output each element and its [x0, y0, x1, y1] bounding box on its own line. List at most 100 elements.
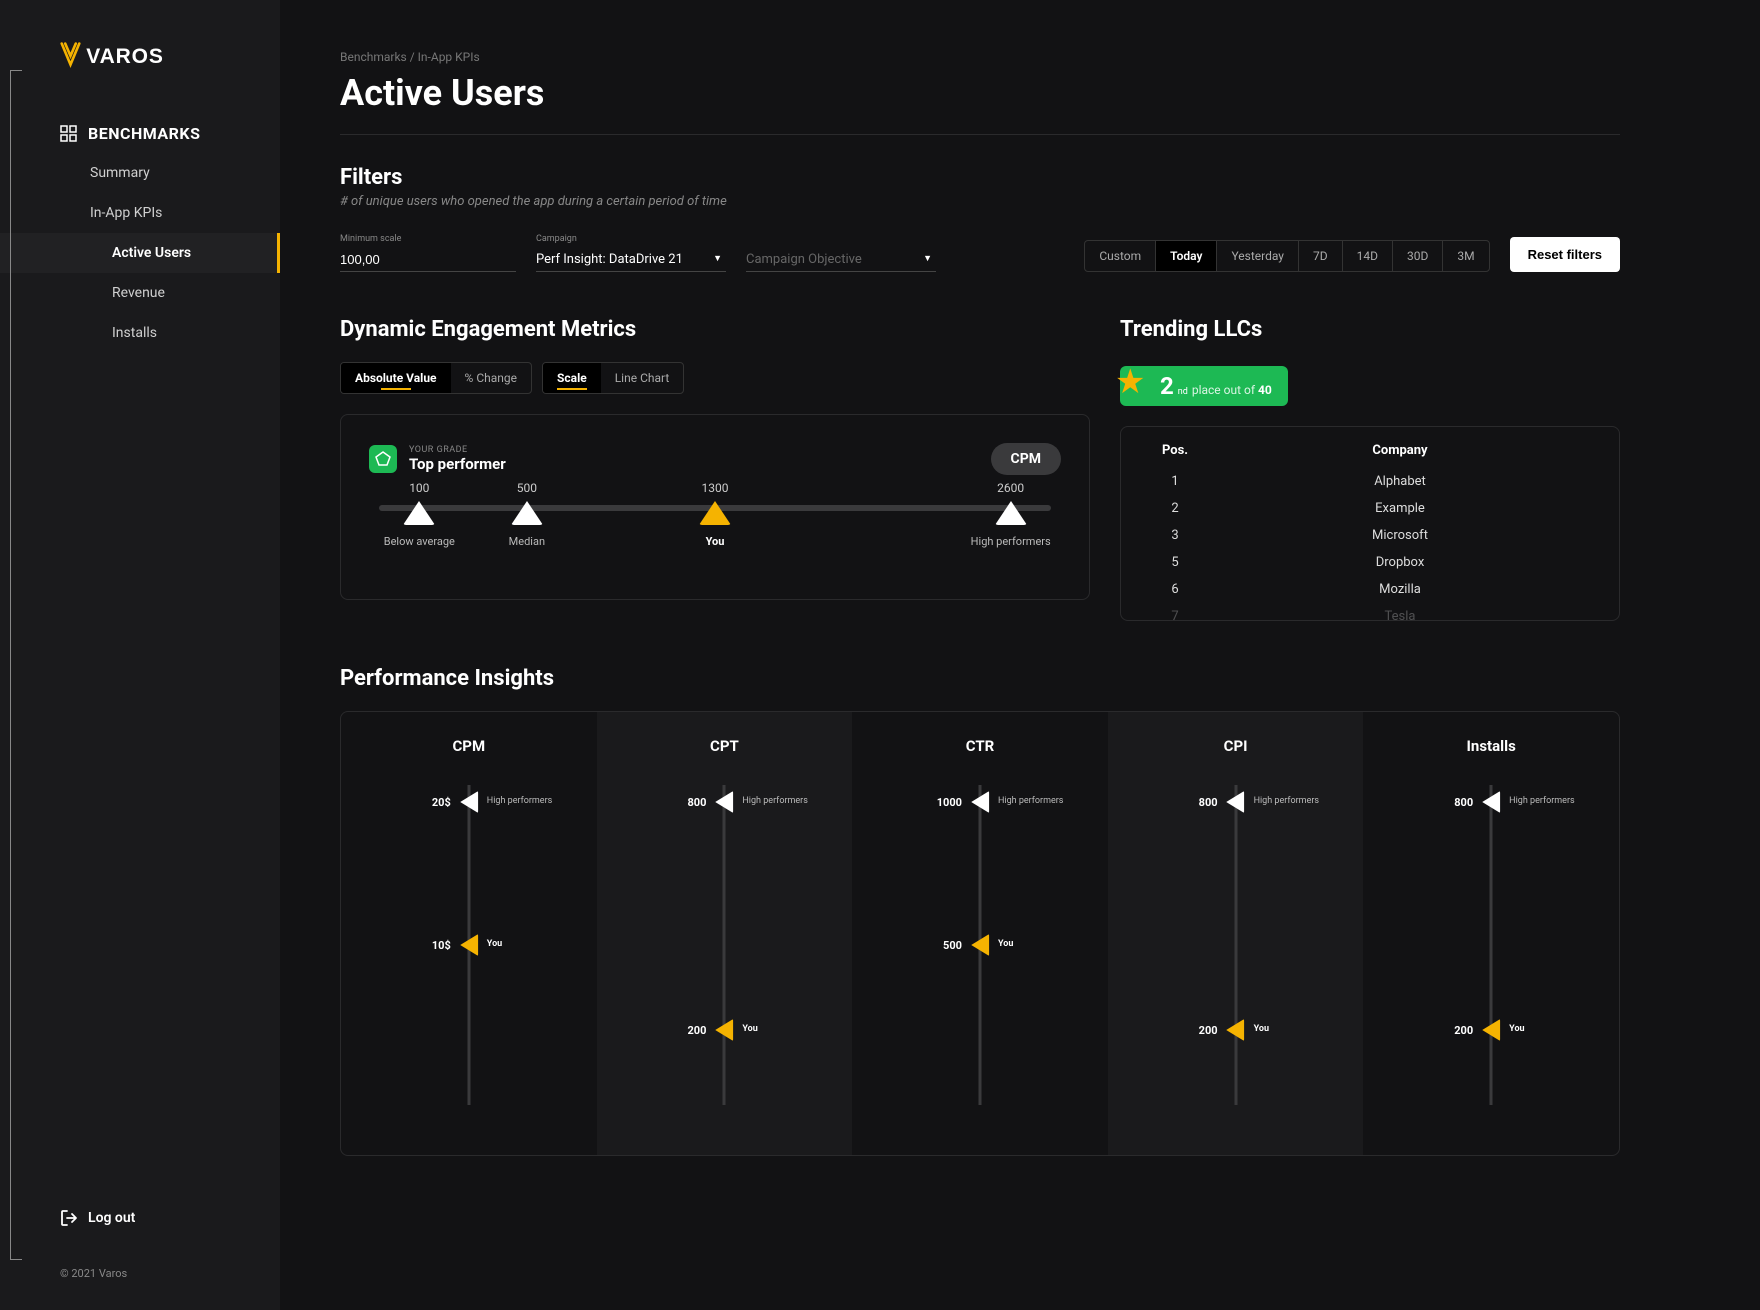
copyright: © 2021 Varos: [0, 1237, 280, 1280]
toggle-scale[interactable]: Scale: [543, 363, 601, 393]
insights-column: CPT 800 High performers 200 You: [597, 712, 853, 1155]
row-pos: 3: [1145, 528, 1205, 543]
main-content: Benchmarks / In-App KPIs Active Users Fi…: [280, 0, 1680, 1310]
scale-label: You: [675, 535, 755, 548]
benchmarks-icon: [60, 125, 78, 143]
range-7d[interactable]: 7D: [1299, 241, 1343, 271]
grade-value: Top performer: [409, 455, 506, 473]
insights-grid: CPM 20$ High performers 10$ You CPT 800 …: [340, 711, 1620, 1156]
table-row[interactable]: 5Dropbox: [1145, 549, 1595, 576]
marker-label: You: [998, 940, 1013, 950]
scale-label: High performers: [971, 535, 1051, 548]
insights-col-title: Installs: [1373, 737, 1609, 755]
table-row[interactable]: 3Microsoft: [1145, 522, 1595, 549]
logout-icon: [60, 1209, 78, 1227]
objective-select[interactable]: Campaign Objective: [746, 248, 936, 272]
scale-value: 1300: [699, 481, 731, 495]
star-icon: ★: [1115, 362, 1145, 402]
scale-point: 500: [511, 481, 543, 525]
triangle-icon: [1227, 791, 1245, 813]
marker-high: 800 High performers: [1373, 791, 1609, 813]
range-yesterday[interactable]: Yesterday: [1217, 241, 1299, 271]
range-today[interactable]: Today: [1156, 241, 1217, 271]
campaign-field: Campaign Perf Insight: DataDrive 21: [536, 234, 726, 272]
nav-item-active-users[interactable]: Active Users: [0, 233, 280, 273]
marker-value: 500: [943, 939, 962, 952]
objective-field: Campaign Objective: [746, 234, 936, 272]
marker-value: 800: [1199, 796, 1218, 809]
row-company: Microsoft: [1205, 528, 1595, 543]
table-row[interactable]: 6Mozilla: [1145, 576, 1595, 603]
triangle-icon: [715, 791, 733, 813]
min-scale-input[interactable]: [340, 248, 516, 272]
range-14d[interactable]: 14D: [1343, 241, 1393, 271]
triangle-icon: [1482, 791, 1500, 813]
nav-section-title[interactable]: BENCHMARKS: [0, 114, 280, 153]
logo: VAROS: [0, 40, 280, 114]
table-row[interactable]: 2Example: [1145, 495, 1595, 522]
scale-point: 1300: [699, 481, 731, 525]
nav-item-inapp-kpis[interactable]: In-App KPIs: [0, 193, 280, 233]
table-row[interactable]: 1Alphabet: [1145, 468, 1595, 495]
reset-filters-button[interactable]: Reset filters: [1510, 237, 1620, 272]
campaign-select[interactable]: Perf Insight: DataDrive 21: [536, 248, 726, 272]
nav-item-revenue[interactable]: Revenue: [0, 273, 280, 313]
range-30d[interactable]: 30D: [1393, 241, 1443, 271]
vertical-scale: 20$ High performers 10$ You: [351, 775, 587, 1115]
scale-label: Below average: [379, 535, 459, 548]
engagement-section: Dynamic Engagement Metrics Absolute Valu…: [340, 317, 1090, 621]
triangle-icon: [511, 501, 543, 525]
range-3m[interactable]: 3M: [1443, 241, 1488, 271]
insights-column: CTR 1000 High performers 500 You: [852, 712, 1108, 1155]
grade-icon: [369, 445, 397, 473]
cpm-pill: CPM: [991, 443, 1061, 475]
triangle-icon: [995, 501, 1027, 525]
insights-col-title: CPM: [351, 737, 587, 755]
logout-label: Log out: [88, 1210, 135, 1226]
toggle-percent-change[interactable]: % Change: [451, 363, 531, 393]
engagement-toggles: Absolute Value % Change Scale Line Chart: [340, 362, 1090, 394]
marker-you: 10$ You: [351, 934, 587, 956]
toggle-absolute-value[interactable]: Absolute Value: [341, 363, 451, 393]
marker-label: High performers: [998, 797, 1063, 807]
nav-item-summary[interactable]: Summary: [0, 153, 280, 193]
insights-column: Installs 800 High performers 200 You: [1363, 712, 1619, 1155]
nav-item-installs[interactable]: Installs: [0, 313, 280, 353]
marker-value: 800: [687, 796, 706, 809]
marker-label: You: [1509, 1025, 1524, 1035]
logout-button[interactable]: Log out: [0, 1199, 280, 1237]
scale-label: Median: [487, 535, 567, 548]
marker-you: 500 You: [862, 934, 1098, 956]
table-head-company: Company: [1205, 443, 1595, 458]
insights-column: CPM 20$ High performers 10$ You: [341, 712, 597, 1155]
insights-col-title: CTR: [862, 737, 1098, 755]
range-custom[interactable]: Custom: [1085, 241, 1156, 271]
triangle-icon: [971, 934, 989, 956]
filters-title: Filters: [340, 165, 1620, 190]
insights-title: Performance Insights: [340, 666, 1620, 691]
insights-col-title: CPI: [1118, 737, 1354, 755]
table-row[interactable]: 7Tesla: [1145, 603, 1595, 621]
trending-title: Trending LLCs: [1120, 317, 1620, 342]
marker-label: High performers: [1509, 797, 1574, 807]
trending-badge: ★ 2nd place out of 40: [1120, 366, 1288, 406]
min-scale-field: Minimum scale: [340, 234, 516, 272]
vertical-scale: 800 High performers 200 You: [607, 775, 843, 1115]
breadcrumb: Benchmarks / In-App KPIs: [340, 50, 1620, 64]
marker-label: You: [487, 940, 502, 950]
marker-high: 20$ High performers: [351, 791, 587, 813]
row-pos: 7: [1145, 609, 1205, 621]
scale-point: 100: [403, 481, 435, 525]
insights-col-title: CPT: [607, 737, 843, 755]
toggle-line-chart[interactable]: Line Chart: [601, 363, 684, 393]
triangle-icon: [1227, 1019, 1245, 1041]
horizontal-scale: 100Below average500Median1300You2600High…: [379, 505, 1051, 511]
marker-value: 200: [1454, 1024, 1473, 1037]
row-company: Mozilla: [1205, 582, 1595, 597]
marker-label: You: [1254, 1025, 1269, 1035]
engagement-title: Dynamic Engagement Metrics: [340, 317, 1090, 342]
marker-high: 800 High performers: [1118, 791, 1354, 813]
row-company: Dropbox: [1205, 555, 1595, 570]
marker-you: 200 You: [1373, 1019, 1609, 1041]
triangle-icon: [403, 501, 435, 525]
